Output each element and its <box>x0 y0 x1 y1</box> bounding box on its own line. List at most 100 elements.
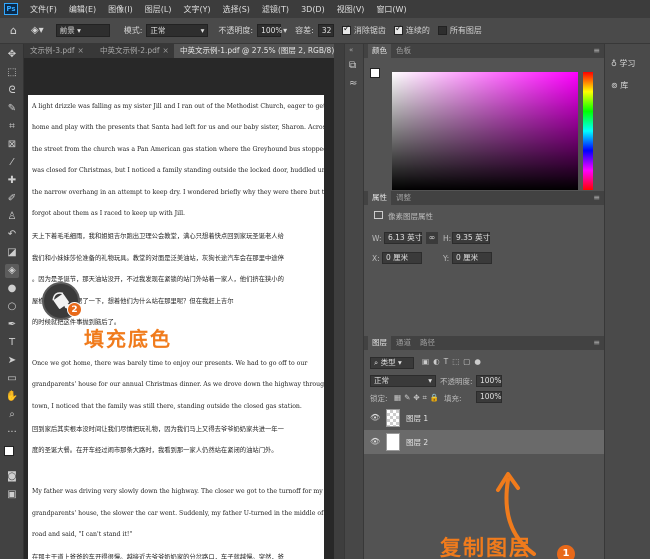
tab-color[interactable]: 颜色 <box>368 44 391 58</box>
blur-tool-icon[interactable]: ● <box>5 282 19 296</box>
menu-file[interactable]: 文件(F) <box>30 4 57 15</box>
foreground-color-chip[interactable] <box>370 68 380 78</box>
foreground-color-swatch[interactable] <box>4 446 14 456</box>
layers-panel-header: 图层 通道 路径 ≡ <box>364 336 604 350</box>
menu-select[interactable]: 选择(S) <box>223 4 250 15</box>
fill-source-select[interactable]: 前景 ▾ <box>55 24 110 37</box>
frame-tool-icon[interactable]: ⊠ <box>5 138 19 152</box>
quick-mask-icon[interactable]: ◙ <box>5 470 19 484</box>
quick-select-tool-icon[interactable]: ✎ <box>5 102 19 116</box>
contiguous-checkbox[interactable] <box>393 24 403 35</box>
layer-kind-filter[interactable]: ⌕ 类型 ▾ <box>370 357 414 369</box>
shape-tool-icon[interactable]: ▭ <box>5 372 19 386</box>
learn-panel-button[interactable]: ♁ 学习 <box>611 58 635 69</box>
menu-bar: Ps 文件(F) 编辑(E) 图像(I) 图层(L) 文字(Y) 选择(S) 滤… <box>0 0 650 18</box>
eyedropper-tool-icon[interactable]: ⁄ <box>5 156 19 170</box>
history-brush-tool-icon[interactable]: ↶ <box>5 228 19 242</box>
opacity-input[interactable]: 100% <box>257 24 283 37</box>
tab-doc-1[interactable]: 中英文示例-1.pdf @ 27.5% (图层 2, RGB/8)× <box>174 44 344 58</box>
step-badge-2: 2 <box>67 302 82 317</box>
crop-tool-icon[interactable]: ⌗ <box>5 120 19 134</box>
adjust-panel-icon[interactable]: ≈ <box>349 78 357 89</box>
menu-edit[interactable]: 编辑(E) <box>69 4 96 15</box>
mode-value: 正常 <box>150 26 166 35</box>
type-tool-icon[interactable]: T <box>5 336 19 350</box>
more-tools-icon[interactable]: ··· <box>5 426 19 440</box>
color-picker-field[interactable] <box>392 72 578 190</box>
fill-input[interactable]: 100% <box>476 391 502 403</box>
y-input[interactable]: 0 厘米 <box>452 252 492 264</box>
document-text-line: grandparents' house for our annual Chris… <box>32 381 324 389</box>
width-input[interactable]: 6.13 英寸 <box>384 232 422 244</box>
right-dock: ♁ 学习 ⊚ 库 <box>604 44 650 559</box>
history-panel-icon[interactable]: ⧉ <box>349 60 356 71</box>
panel-menu-icon[interactable]: ≡ <box>593 44 600 58</box>
libraries-panel-button[interactable]: ⊚ 库 <box>611 80 628 91</box>
lock-icons[interactable]: ▦✎✥⌗🔒 <box>394 393 442 403</box>
antialias-checkbox[interactable] <box>341 24 351 35</box>
tab-layers[interactable]: 图层 <box>368 336 391 350</box>
close-icon[interactable]: × <box>163 46 169 55</box>
layer-opacity-input[interactable]: 100% <box>476 375 502 387</box>
menu-layer[interactable]: 图层(L) <box>145 4 172 15</box>
path-select-tool-icon[interactable]: ➤ <box>5 354 19 368</box>
canvas-scrollbar[interactable] <box>334 44 344 559</box>
fill-source-value: 前景 <box>59 26 75 35</box>
layer-name: 图层 1 <box>406 414 429 423</box>
marquee-tool-icon[interactable]: ⬚ <box>5 66 19 80</box>
lock-label: 锁定: <box>370 394 388 403</box>
dodge-tool-icon[interactable]: ○ <box>5 300 19 314</box>
layer-row-2[interactable]: 👁 图层 2 <box>364 430 604 454</box>
home-icon[interactable]: ⌂ <box>10 24 17 37</box>
close-icon[interactable]: × <box>78 46 84 55</box>
document-page[interactable]: A light drizzle was falling as my sister… <box>28 95 324 559</box>
tab-properties[interactable]: 属性 <box>368 191 391 205</box>
collapse-arrows-icon[interactable]: « <box>349 46 353 54</box>
move-tool-icon[interactable]: ✥ <box>5 48 19 62</box>
opacity-dropdown-icon[interactable]: ▾ <box>283 26 287 35</box>
x-input[interactable]: 0 厘米 <box>382 252 422 264</box>
all-layers-checkbox[interactable] <box>437 26 447 35</box>
eye-icon[interactable]: 👁 <box>370 413 380 422</box>
layer-row-1[interactable]: 👁 图层 1 <box>364 406 604 430</box>
menu-view[interactable]: 视图(V) <box>337 4 365 15</box>
brush-tool-icon[interactable]: ✐ <box>5 192 19 206</box>
panel-menu-icon[interactable]: ≡ <box>593 336 600 350</box>
mode-select[interactable]: 正常 ▾ <box>146 24 209 37</box>
screen-mode-icon[interactable]: ▣ <box>5 488 19 502</box>
eye-icon[interactable]: 👁 <box>370 437 380 446</box>
hue-slider[interactable] <box>583 72 593 190</box>
zoom-tool-icon[interactable]: ⌕ <box>5 408 19 422</box>
tab-swatches[interactable]: 色板 <box>392 44 415 58</box>
stamp-tool-icon[interactable]: ♙ <box>5 210 19 224</box>
y-label: Y: <box>443 254 450 263</box>
height-input[interactable]: 9.35 英寸 <box>452 232 490 244</box>
menu-image[interactable]: 图像(I) <box>108 4 133 15</box>
hand-tool-icon[interactable]: ✋ <box>5 390 19 404</box>
tab-adjustments[interactable]: 调整 <box>392 191 415 205</box>
layer-filter-icons[interactable]: ▣◐T⬚▢● <box>422 357 485 366</box>
document-tabs: 文示例-3.pdf × 中英文示例-2.pdf × 中英文示例-1.pdf @ 27… <box>24 44 344 58</box>
blend-mode-select[interactable]: 正常 ▾ <box>370 375 436 387</box>
tab-doc-1-label: 中英文示例-1.pdf @ 27.5% (图层 2, RGB/8) <box>180 46 335 55</box>
tab-paths[interactable]: 路径 <box>416 336 439 350</box>
paint-bucket-tool-icon[interactable]: ◈ <box>5 264 19 278</box>
menu-type[interactable]: 文字(Y) <box>183 4 210 15</box>
link-dimensions-icon[interactable]: ∞ <box>426 232 438 244</box>
lasso-tool-icon[interactable]: ᘓ <box>5 84 19 98</box>
tolerance-input[interactable]: 32 <box>317 24 334 37</box>
menu-3d[interactable]: 3D(D) <box>301 5 325 14</box>
document-text-line: road and said, "I can't stand it!" <box>32 531 133 538</box>
tab-doc-3[interactable]: 文示例-3.pdf × <box>24 44 94 58</box>
menu-filter[interactable]: 滤镜(T) <box>262 4 289 15</box>
eraser-tool-icon[interactable]: ◪ <box>5 246 19 260</box>
panel-menu-icon[interactable]: ≡ <box>593 191 600 205</box>
healing-tool-icon[interactable]: ✚ <box>5 174 19 188</box>
menu-window[interactable]: 窗口(W) <box>376 4 406 15</box>
pen-tool-icon[interactable]: ✒ <box>5 318 19 332</box>
mode-label: 模式: <box>123 26 143 35</box>
paint-bucket-preset-icon[interactable]: ◈▾ <box>31 25 44 36</box>
tab-doc-2[interactable]: 中英文示例-2.pdf × <box>94 44 174 58</box>
width-label: W: <box>372 234 382 243</box>
tab-channels[interactable]: 通道 <box>392 336 415 350</box>
